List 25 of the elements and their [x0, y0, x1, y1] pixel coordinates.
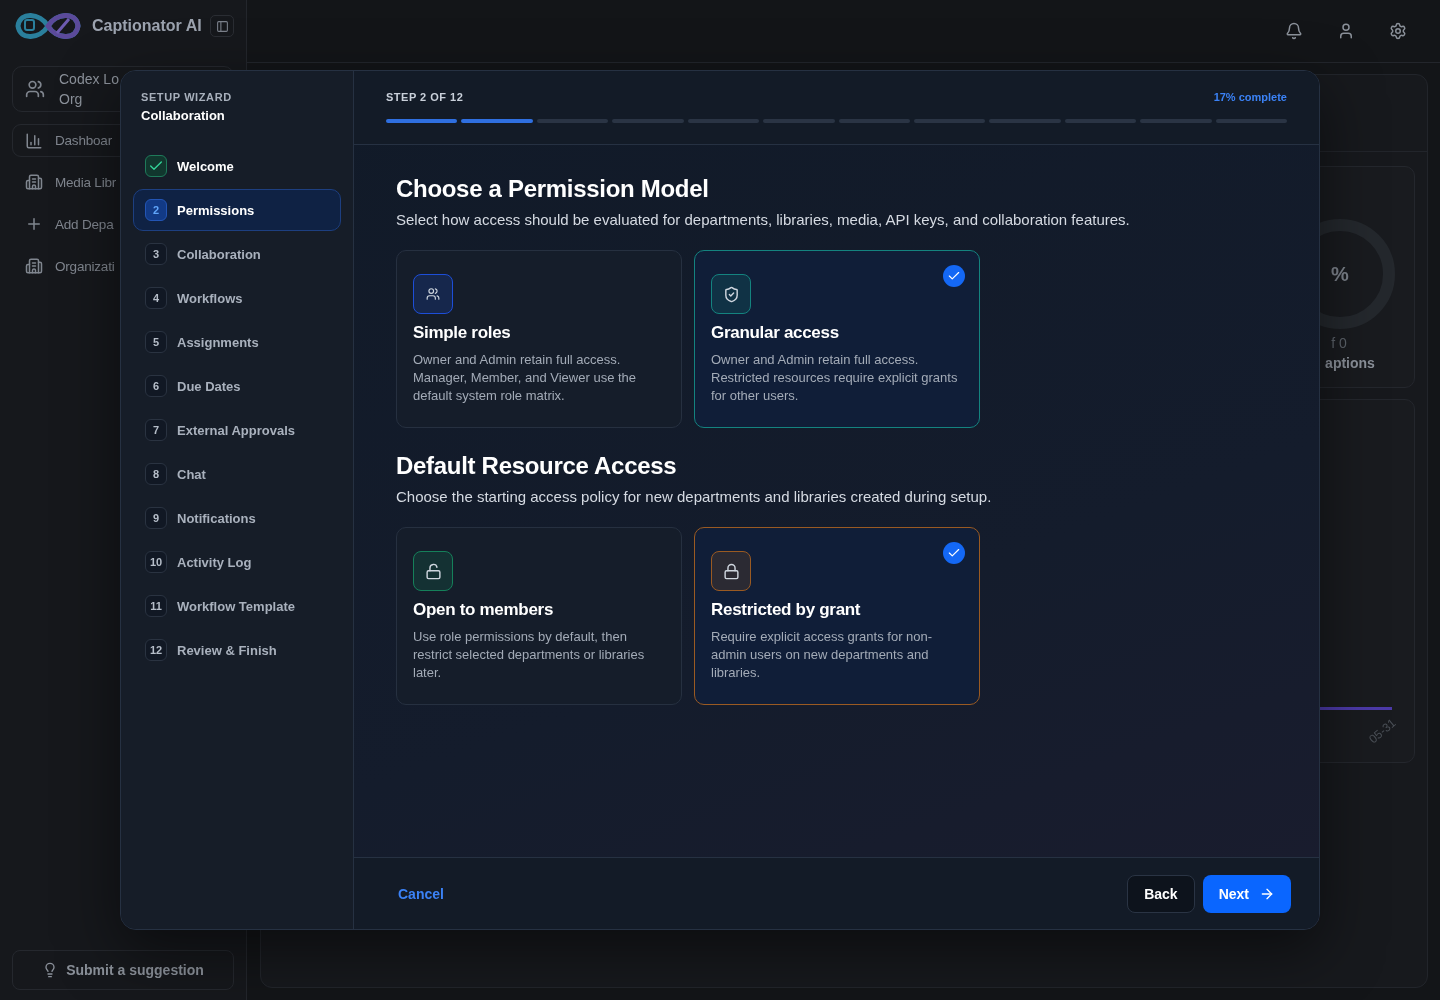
- stat-value: %: [1331, 262, 1349, 286]
- step-number: 6: [145, 375, 167, 397]
- organization-name: Codex Lo: [59, 71, 119, 87]
- section-description: Select how access should be evaluated for departments, libraries, media, API keys, and collaboration features.: [396, 211, 1131, 228]
- section-title: Default Resource Access: [396, 452, 678, 480]
- step-number: 7: [145, 419, 167, 441]
- step-label: STEP 2 OF 12: [386, 91, 464, 103]
- step-number: 11: [145, 595, 167, 617]
- stat-label: aptions: [1325, 355, 1375, 371]
- step-number: 8: [145, 463, 167, 485]
- organization-name: Org: [59, 91, 83, 107]
- step-number: 5: [145, 331, 167, 353]
- step-number: 3: [145, 243, 167, 265]
- section-description: Choose the starting access policy for new departments and libraries created during setup.: [396, 488, 993, 505]
- stat-subtext: f 0: [1331, 335, 1347, 351]
- wizard-subtitle: Collaboration: [141, 108, 226, 123]
- step-number: 2: [145, 199, 167, 221]
- step-number: 4: [145, 287, 167, 309]
- app-name: Captionator AI: [92, 17, 202, 35]
- progress-label: 17% complete: [1213, 91, 1287, 103]
- wizard-eyebrow: SETUP WIZARD: [141, 91, 233, 103]
- step-number: 12: [145, 639, 167, 661]
- section-title: Choose a Permission Model: [396, 175, 710, 203]
- step-number: 10: [145, 551, 167, 573]
- step-number: 9: [145, 507, 167, 529]
